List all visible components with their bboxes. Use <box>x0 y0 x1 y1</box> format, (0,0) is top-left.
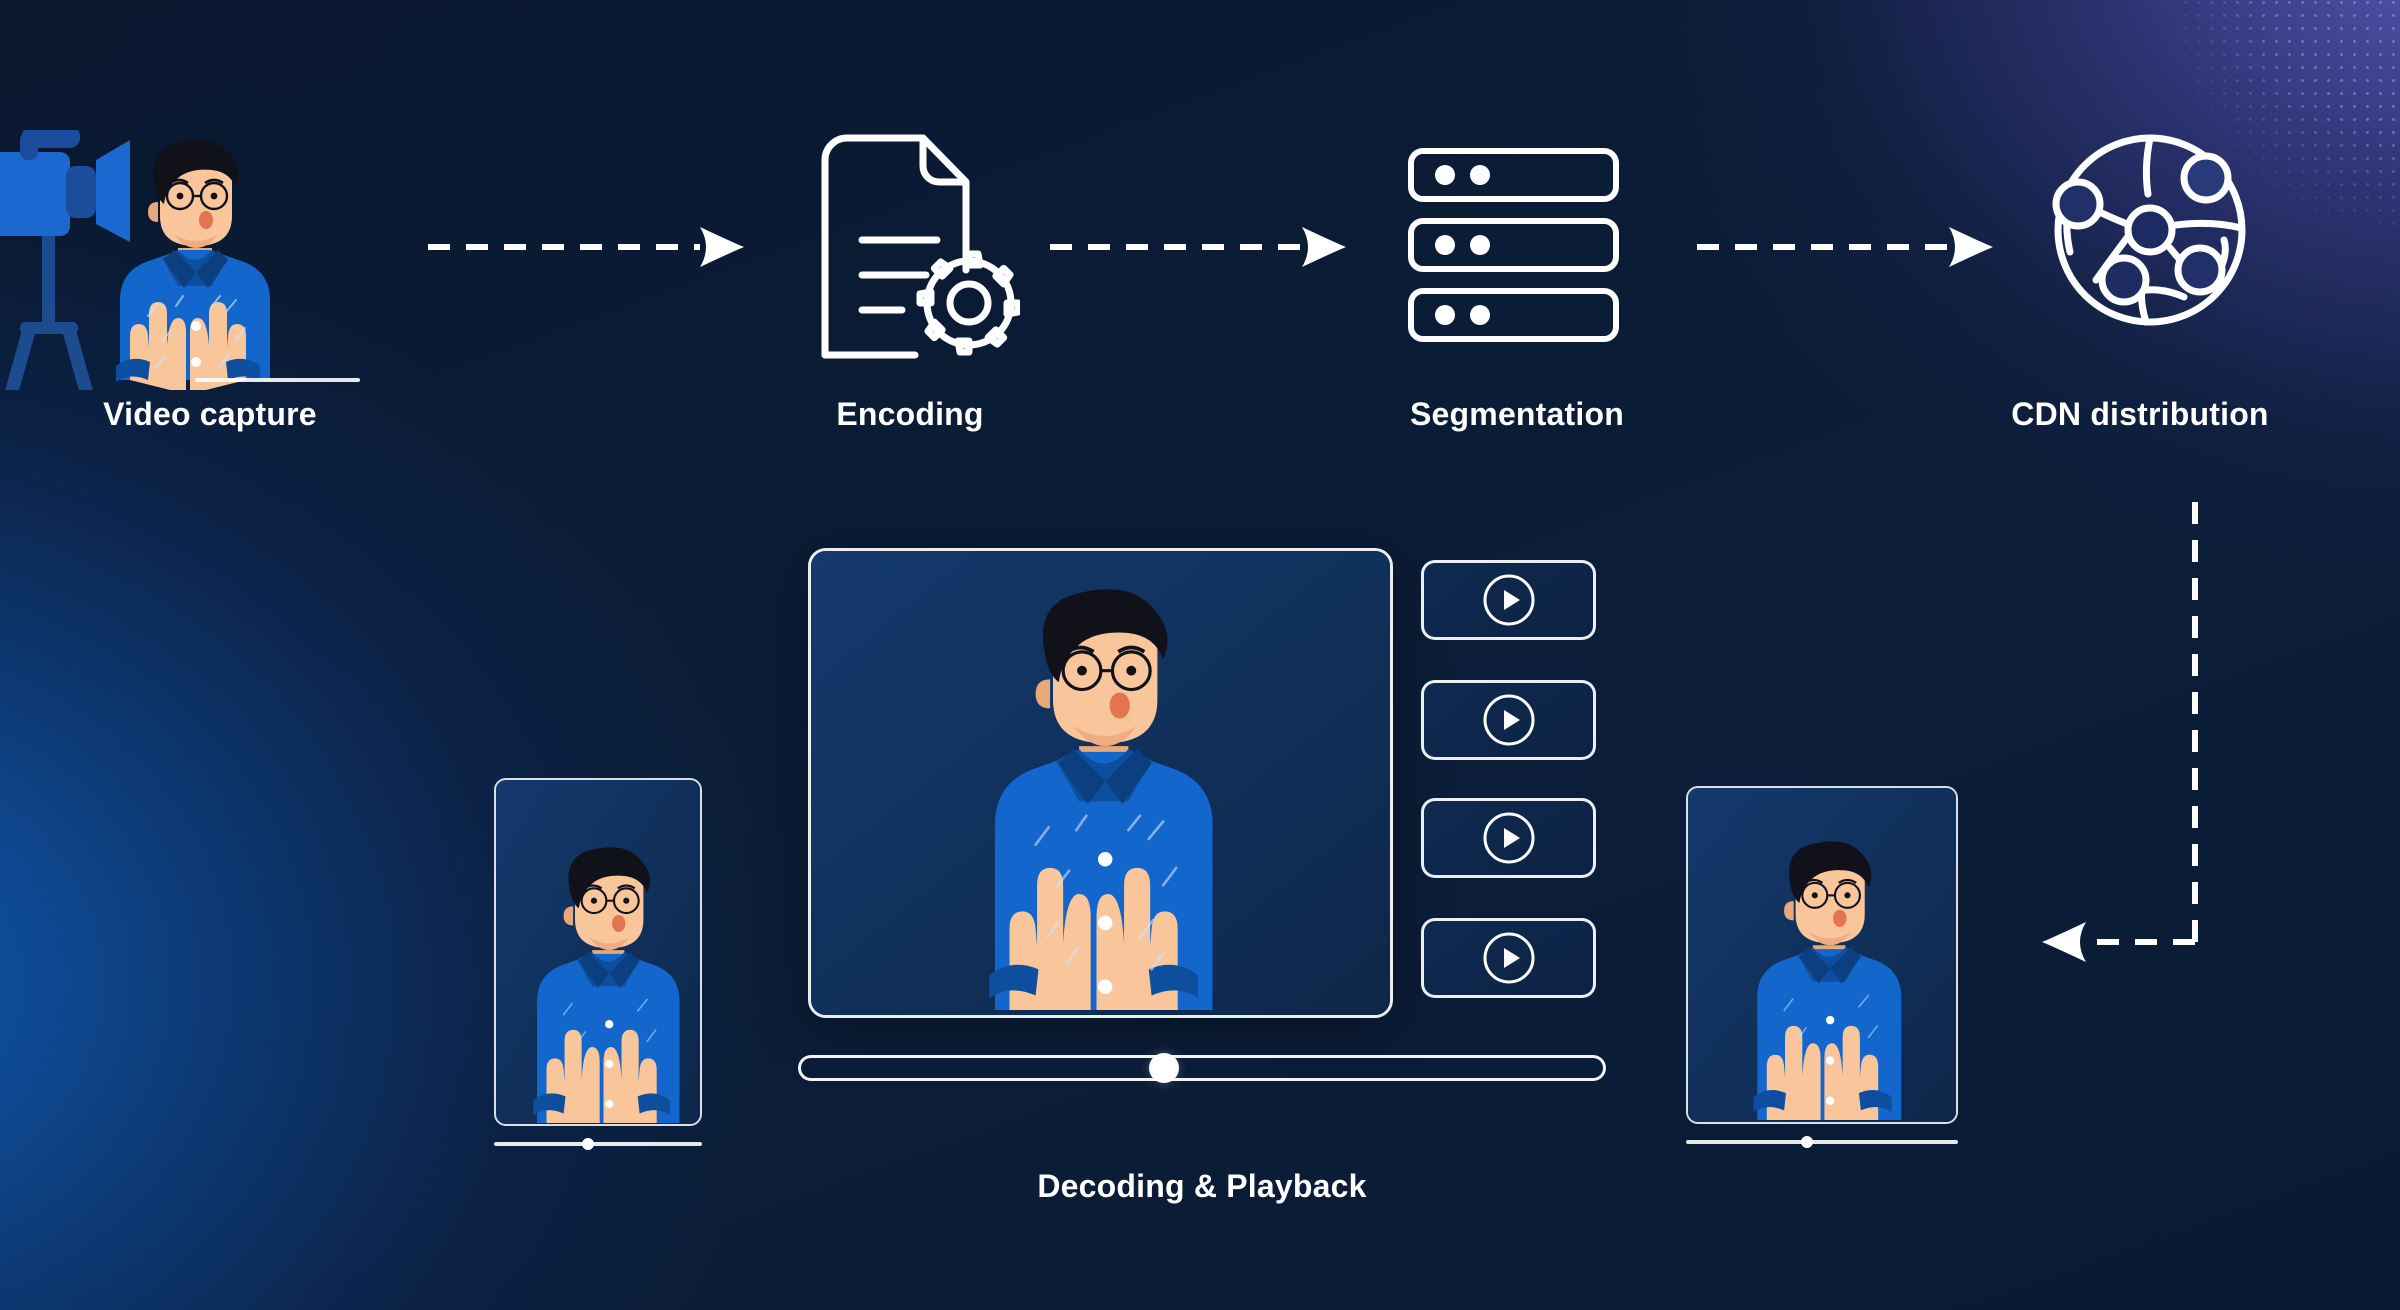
phone-right-progress-knob[interactable] <box>1801 1136 1813 1148</box>
segment-thumbnail[interactable] <box>1421 918 1596 998</box>
arrowhead-icon <box>1949 227 1993 267</box>
arrowhead-icon <box>700 227 744 267</box>
phone-right[interactable] <box>1686 786 1958 1124</box>
segmentation-illustration <box>1405 145 1630 345</box>
phone-left-progress-knob[interactable] <box>582 1138 594 1150</box>
arrowhead-icon <box>2042 922 2086 962</box>
video-capture-illustration <box>0 130 420 390</box>
stage-label-encoding: Encoding <box>836 396 984 432</box>
diagram-canvas: Video capture Encoding Segmentation CDN … <box>0 0 2400 1310</box>
document-icon <box>821 134 970 359</box>
player-progress-knob[interactable] <box>1149 1053 1179 1083</box>
connector-encoding-to-segmentation <box>1050 222 1350 272</box>
connector-segmentation-to-cdn <box>1697 222 1997 272</box>
encoding-illustration <box>790 120 1020 370</box>
connector-capture-to-encoding <box>428 222 748 272</box>
play-circle-icon <box>1483 694 1534 746</box>
arrowhead-icon <box>1302 227 1346 267</box>
segment-thumbnail[interactable] <box>1421 560 1596 640</box>
server-rack-icon <box>1408 148 1619 342</box>
play-circle-icon <box>1483 932 1534 984</box>
main-video-player[interactable] <box>808 548 1393 1018</box>
cdn-illustration <box>2050 130 2250 330</box>
tripod-icon <box>5 230 93 390</box>
play-circle-icon <box>1483 812 1534 864</box>
stage-label-video-capture: Video capture <box>103 396 317 432</box>
player-progress-bar[interactable] <box>798 1055 1606 1081</box>
play-circle-icon <box>1483 574 1534 626</box>
presenter-illustration <box>116 139 270 390</box>
segment-thumbnail[interactable] <box>1421 680 1596 760</box>
network-globe-icon <box>2052 134 2246 326</box>
stage-label-cdn-distribution: CDN distribution <box>2011 396 2269 432</box>
phone-left-progress-bar[interactable] <box>494 1142 702 1146</box>
video-camera-icon <box>0 130 130 242</box>
stage-label-decoding-playback: Decoding & Playback <box>1037 1168 1367 1204</box>
phone-left[interactable] <box>494 778 702 1126</box>
phone-right-progress-bar[interactable] <box>1686 1140 1958 1144</box>
stage-label-segmentation: Segmentation <box>1410 396 1624 432</box>
segment-thumbnail[interactable] <box>1421 798 1596 878</box>
connector-cdn-to-playback <box>2020 480 2260 980</box>
